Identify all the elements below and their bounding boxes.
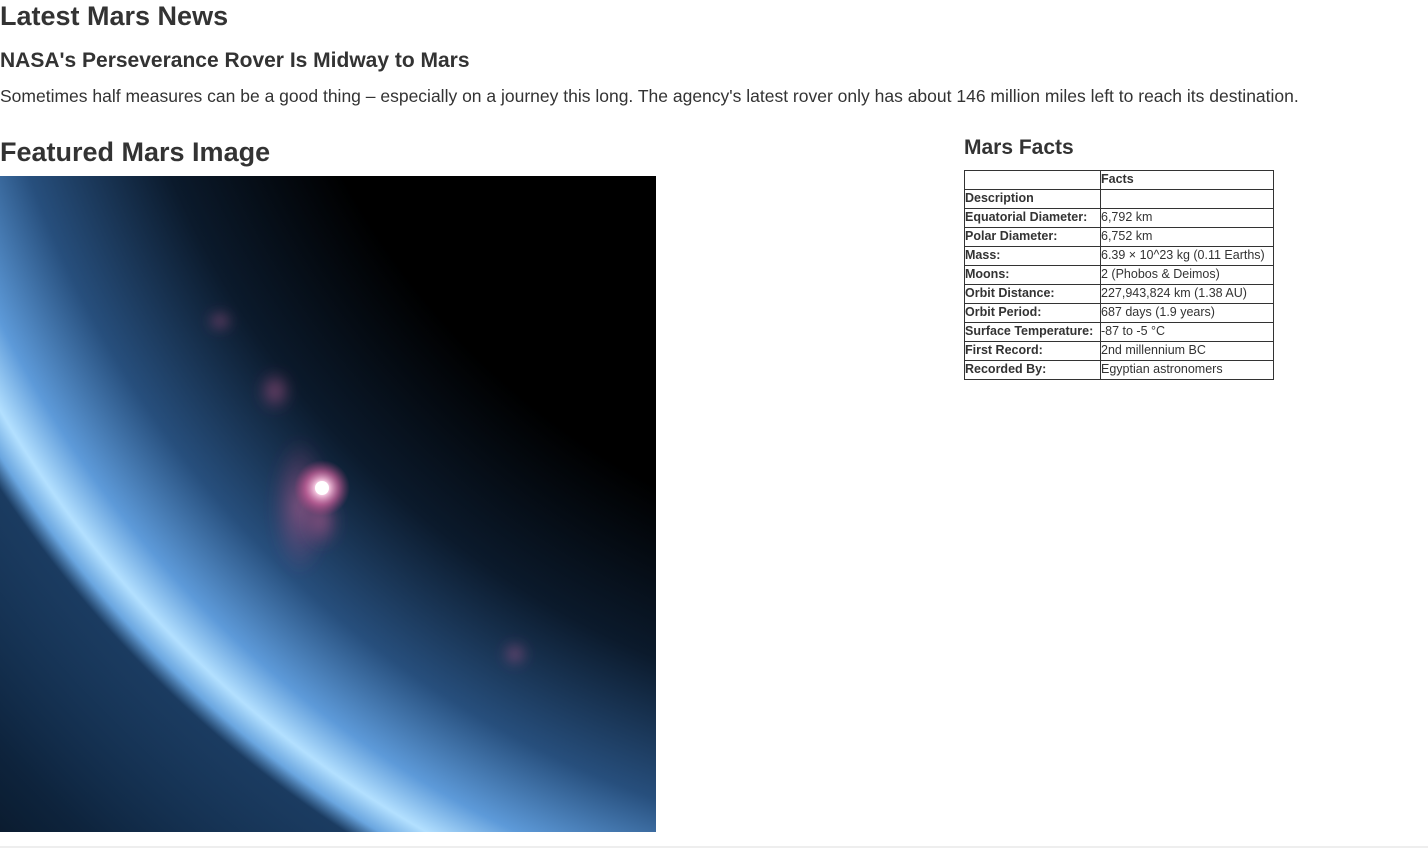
fact-value: 227,943,824 km (1.38 AU) [1100,284,1274,304]
table-row: Orbit Distance: 227,943,824 km (1.38 AU) [964,284,1274,304]
featured-image-graphic [0,176,656,832]
table-index-row: Description [964,189,1274,209]
fact-label: Surface Temperature: [964,322,1101,342]
fact-label: Mass: [964,246,1101,266]
table-row: Moons: 2 (Phobos & Deimos) [964,265,1274,285]
news-teaser: Sometimes half measures can be a good th… [0,86,1299,106]
table-row: Surface Temperature: -87 to -5 °C [964,322,1274,342]
table-row: Equatorial Diameter: 6,792 km [964,208,1274,228]
fact-value: 2nd millennium BC [1100,341,1274,361]
latest-news-heading: Latest Mars News [0,1,229,31]
fact-label: First Record: [964,341,1101,361]
table-row: Recorded By: Egyptian astronomers [964,360,1274,380]
table-index-empty-cell [1100,189,1274,209]
fact-value: 687 days (1.9 years) [1100,303,1274,323]
fact-value: -87 to -5 °C [1100,322,1274,342]
fact-label: Polar Diameter: [964,227,1101,247]
page: Latest Mars News NASA's Perseverance Rov… [0,0,1428,849]
fact-value: 6,752 km [1100,227,1274,247]
table-header-cell: Facts [1100,170,1274,190]
news-title: NASA's Perseverance Rover Is Midway to M… [0,49,470,72]
fact-value: 6.39 × 10^23 kg (0.11 Earths) [1100,246,1274,266]
table-header-row: Facts [964,170,1274,190]
fact-label: Moons: [964,265,1101,285]
fact-value: 6,792 km [1100,208,1274,228]
featured-image-heading: Featured Mars Image [0,137,271,167]
fact-value: Egyptian astronomers [1100,360,1274,380]
table-index-label: Description [964,189,1101,209]
mars-facts-table: Facts Description Equatorial Diameter: 6… [964,170,1274,380]
fact-label: Orbit Distance: [964,284,1101,304]
fact-label: Recorded By: [964,360,1101,380]
featured-mars-image [0,176,656,832]
fact-label: Equatorial Diameter: [964,208,1101,228]
footer-divider [0,846,1428,848]
table-row: Polar Diameter: 6,752 km [964,227,1274,247]
fact-label: Orbit Period: [964,303,1101,323]
table-row: Mass: 6.39 × 10^23 kg (0.11 Earths) [964,246,1274,266]
fact-value: 2 (Phobos & Deimos) [1100,265,1274,285]
table-row: Orbit Period: 687 days (1.9 years) [964,303,1274,323]
table-row: First Record: 2nd millennium BC [964,341,1274,361]
table-header-cell [964,170,1101,190]
mars-facts-heading: Mars Facts [964,136,1074,159]
